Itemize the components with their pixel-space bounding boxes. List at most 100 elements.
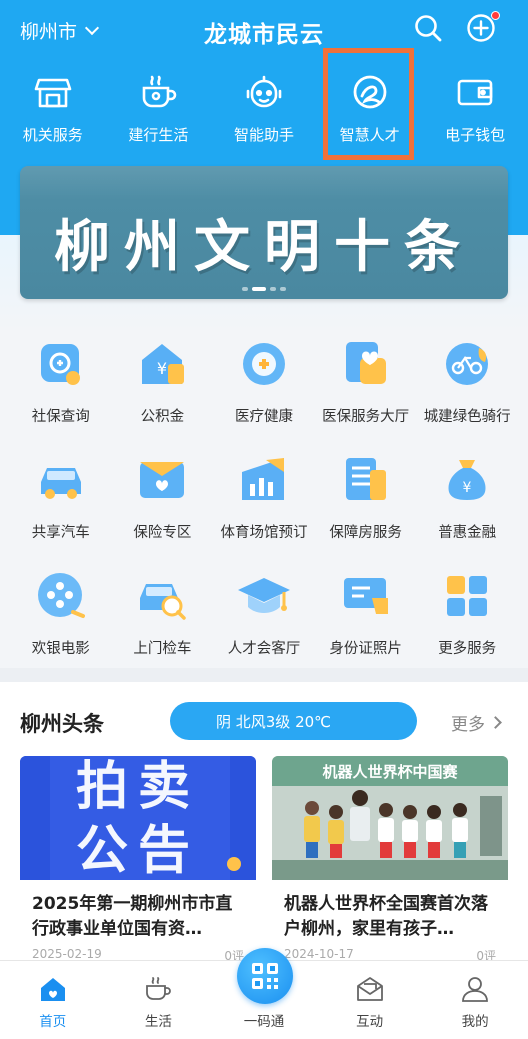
service-medical-insurance[interactable]: 医保服务大厅 [315,336,417,426]
svg-text:¥: ¥ [157,359,167,378]
robot-cup-photo: 机器人世界杯中国赛 [272,756,508,880]
news-card-title: 机器人世界杯全国赛首次落户柳州，家里有孩子… [284,894,488,939]
affordable-housing-icon [345,458,386,500]
banner-text: 柳州文明十条 [54,215,474,280]
auction-poster-image: 拍卖 公告 [20,756,256,880]
service-sports-venue[interactable]: 体育场馆预订 [213,452,315,542]
user-icon [462,977,489,1002]
quick-item-label: 机关服务 [22,126,83,144]
service-label: 城建绿色骑行 [423,409,511,425]
carousel-dots [20,287,508,291]
tab-interact[interactable]: 互动 [317,961,423,1039]
wallet-icon [457,79,493,106]
add-button[interactable] [466,11,500,45]
promo-banner[interactable]: 柳州文明十条 [20,166,508,299]
more-label: 更多 [451,715,485,735]
coffee-cup-icon [146,977,172,1000]
service-housing-fund[interactable]: ¥ 公积金 [112,336,214,426]
service-affordable-housing[interactable]: 保障房服务 [315,452,417,542]
quick-item-label: 建行生活 [128,126,189,144]
service-label: 医保服务大厅 [322,409,410,425]
quick-item-wallet[interactable]: 电子钱包 [422,62,528,162]
service-label: 更多服务 [438,641,497,657]
service-label: 共享汽车 [31,525,90,541]
carousel-dot [270,287,276,291]
poster-text-line2: 公告 [76,821,200,880]
home-icon [40,978,65,1001]
headlines-title: 柳州头条 [20,712,104,736]
svg-text:¥: ¥ [463,480,472,496]
id-photo-icon [343,578,388,614]
service-label: 医疗健康 [234,409,293,425]
housing-fund-icon: ¥ [142,344,185,384]
service-label: 欢银电影 [31,641,90,657]
service-label: 身份证照片 [329,641,402,657]
money-bag-icon: ¥ [448,460,486,500]
insurance-icon [140,462,185,498]
weather-pill[interactable]: 阴 北风3级 20℃ [170,702,417,740]
carousel-dot-active [252,287,266,291]
chevron-right-icon [489,716,502,729]
service-label: 保障房服务 [329,525,402,541]
one-code-button[interactable] [237,948,293,1004]
graduation-cap-icon [237,578,290,613]
search-icon [415,15,442,42]
tab-label: 首页 [39,1014,67,1030]
quick-item-assistant[interactable]: 智能助手 [211,62,317,162]
photo-banner-text: 机器人世界杯中国赛 [322,763,458,781]
car-inspection-icon [140,584,187,620]
mail-icon [356,977,383,1001]
service-movies[interactable]: 欢银电影 [10,568,112,658]
service-id-photo[interactable]: 身份证照片 [315,568,417,658]
service-talent-lounge[interactable]: 人才会客厅 [213,568,315,658]
news-thumbnail: 拍卖 公告 [20,756,256,880]
quick-item-label: 智能助手 [233,126,294,144]
sports-venue-icon [241,458,284,500]
service-green-cycling[interactable]: 城建绿色骑行 [416,336,518,426]
carousel-dot [242,287,248,291]
quick-item-government[interactable]: 机关服务 [0,62,106,162]
service-inclusive-finance[interactable]: ¥ 普惠金融 [416,452,518,542]
quick-services: 机关服务 建行生活 智能助手 智慧人才 电子钱包 [0,62,528,162]
tab-label: 生活 [144,1014,172,1030]
service-label: 保险专区 [133,525,192,541]
headlines-section: 柳州头条 阴 北风3级 20℃ 更多 拍卖 公告 2025年第一期柳州市市直行政… [0,682,528,982]
more-grid-icon [447,576,488,616]
section-divider [0,668,528,682]
more-link[interactable]: 更多 [451,710,502,735]
tab-home[interactable]: 首页 [0,961,106,1039]
service-label: 普惠金融 [438,525,497,541]
highlight-annotation [323,48,414,160]
quick-item-ccb-life[interactable]: 建行生活 [106,62,212,162]
search-button[interactable] [413,13,445,45]
car-sharing-icon [40,468,81,499]
tab-label: 我的 [461,1014,489,1030]
service-insurance[interactable]: 保险专区 [112,452,214,542]
tab-life[interactable]: 生活 [106,961,212,1039]
medical-health-icon [242,343,285,385]
service-label: 上门检车 [133,641,192,657]
tab-mine[interactable]: 我的 [422,961,528,1039]
service-grid: 社保查询 ¥ 公积金 医疗健康 医保服务大厅 城建绿色骑行 共享汽车 保险专区 … [10,336,518,658]
service-car-sharing[interactable]: 共享汽车 [10,452,112,542]
social-security-icon [40,344,80,385]
news-card[interactable]: 拍卖 公告 2025年第一期柳州市市直行政事业单位国有资… 2025-02-19… [20,756,256,963]
news-card[interactable]: 机器人世界杯中国赛 机器人世界杯全国赛首次落户柳州，家里有孩子… 2024-10… [272,756,508,963]
green-cycling-icon [446,343,489,385]
tab-label: 一码通 [243,1014,285,1030]
news-card-title: 2025年第一期柳州市市直行政事业单位国有资… [32,894,233,939]
service-more[interactable]: 更多服务 [416,568,518,658]
qr-code-icon [252,963,278,989]
service-social-security[interactable]: 社保查询 [10,336,112,426]
medical-insurance-icon [345,342,386,384]
carousel-dot [280,287,286,291]
coffee-cup-icon [143,75,177,108]
service-car-inspection[interactable]: 上门检车 [112,568,214,658]
service-medical-health[interactable]: 医疗健康 [213,336,315,426]
app-title: 龙城市民云 [204,22,324,48]
home-indicator [0,1035,528,1039]
quick-item-label: 电子钱包 [445,126,506,144]
notification-dot [491,11,500,20]
tab-label: 互动 [356,1014,384,1030]
news-thumbnail: 机器人世界杯中国赛 [272,756,508,880]
